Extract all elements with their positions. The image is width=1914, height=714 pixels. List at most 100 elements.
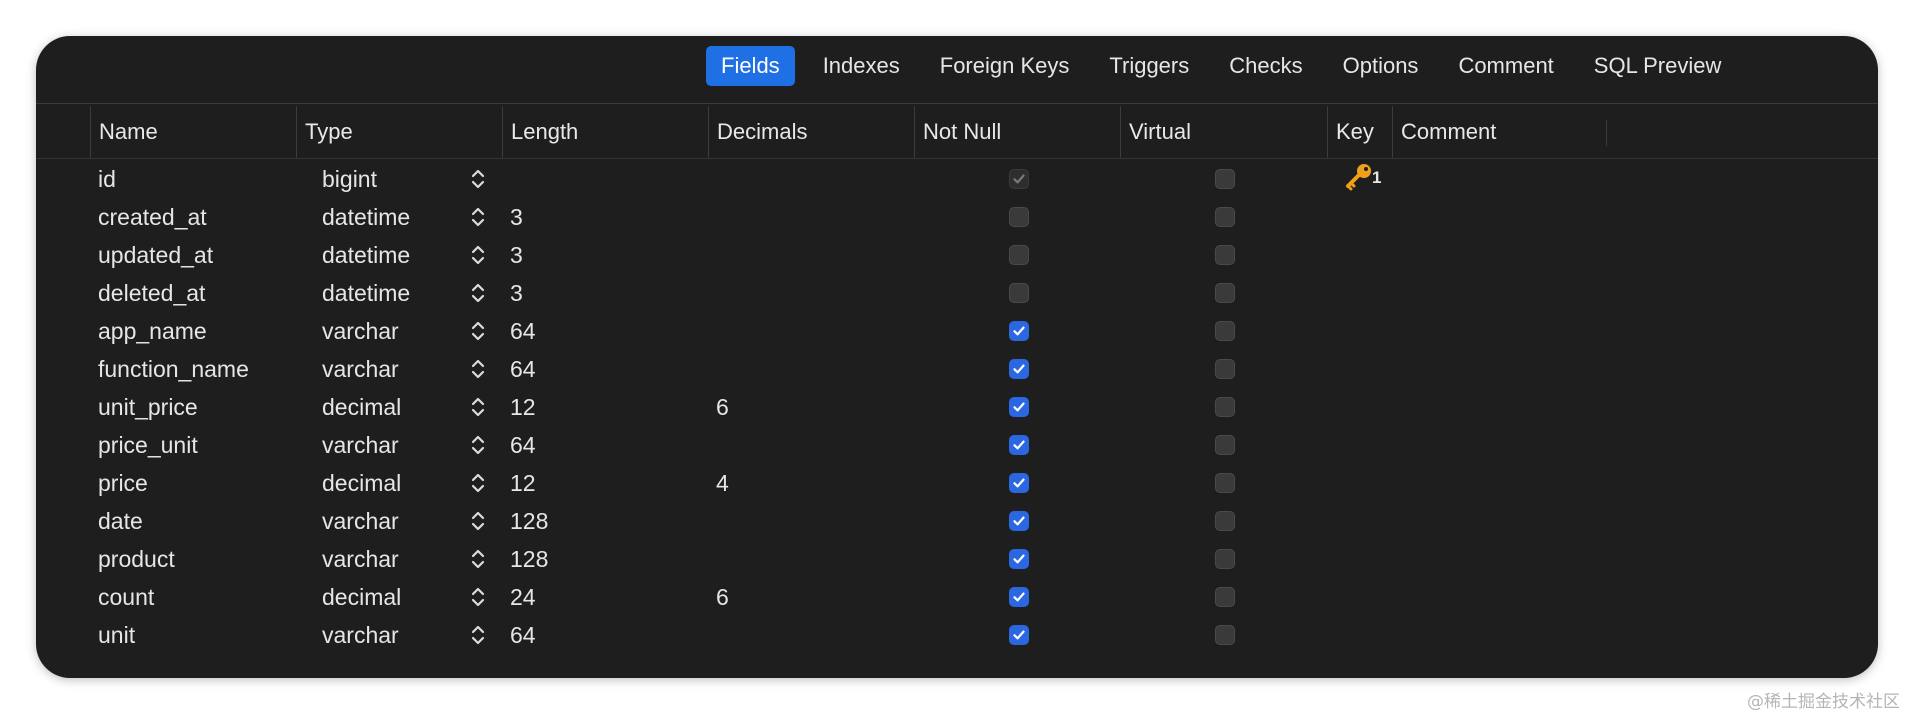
virtual-checkbox[interactable] (1215, 169, 1235, 189)
column-header-type[interactable]: Type (296, 106, 353, 158)
field-length-cell[interactable]: 128 (510, 502, 548, 540)
chevron-up-down-icon[interactable] (468, 198, 488, 236)
field-decimals-cell[interactable]: 6 (716, 578, 729, 616)
not-null-checkbox[interactable] (1009, 511, 1029, 531)
table-row[interactable]: price_unit varchar 64 (36, 426, 1878, 464)
virtual-checkbox[interactable] (1215, 283, 1235, 303)
chevron-up-down-icon[interactable] (468, 312, 488, 350)
chevron-up-down-icon[interactable] (468, 502, 488, 540)
field-type-cell[interactable]: varchar (322, 502, 399, 540)
field-name-cell[interactable]: updated_at (98, 236, 213, 274)
field-length-cell[interactable]: 12 (510, 464, 536, 502)
chevron-up-down-icon[interactable] (468, 388, 488, 426)
tab-triggers[interactable]: Triggers (1089, 46, 1209, 86)
virtual-checkbox[interactable] (1215, 397, 1235, 417)
not-null-checkbox[interactable] (1009, 207, 1029, 227)
field-length-cell[interactable]: 128 (510, 540, 548, 578)
field-type-cell[interactable]: decimal (322, 464, 401, 502)
column-header-key[interactable]: Key (1327, 106, 1374, 158)
field-type-cell[interactable]: datetime (322, 274, 410, 312)
virtual-checkbox[interactable] (1215, 587, 1235, 607)
table-row[interactable]: created_at datetime 3 (36, 198, 1878, 236)
not-null-checkbox[interactable] (1009, 321, 1029, 341)
field-type-cell[interactable]: varchar (322, 540, 399, 578)
column-header-decimals[interactable]: Decimals (708, 106, 807, 158)
chevron-up-down-icon[interactable] (468, 578, 488, 616)
field-length-cell[interactable]: 3 (510, 236, 523, 274)
chevron-up-down-icon[interactable] (468, 350, 488, 388)
primary-key-indicator[interactable]: 1 (1342, 160, 1388, 198)
virtual-checkbox[interactable] (1215, 207, 1235, 227)
field-type-cell[interactable]: bigint (322, 160, 377, 198)
field-decimals-cell[interactable]: 4 (716, 464, 729, 502)
field-name-cell[interactable]: unit (98, 616, 135, 654)
tab-fields[interactable]: Fields (706, 46, 795, 86)
field-type-cell[interactable]: datetime (322, 236, 410, 274)
chevron-up-down-icon[interactable] (468, 274, 488, 312)
chevron-up-down-icon[interactable] (468, 426, 488, 464)
table-row[interactable]: date varchar 128 (36, 502, 1878, 540)
tab-sql-preview[interactable]: SQL Preview (1574, 46, 1742, 86)
not-null-checkbox[interactable] (1009, 245, 1029, 265)
field-length-cell[interactable]: 12 (510, 388, 536, 426)
field-name-cell[interactable]: unit_price (98, 388, 198, 426)
column-header-virtual[interactable]: Virtual (1120, 106, 1191, 158)
column-header-length[interactable]: Length (502, 106, 578, 158)
column-header-not-null[interactable]: Not Null (914, 106, 1001, 158)
virtual-checkbox[interactable] (1215, 511, 1235, 531)
field-type-cell[interactable]: datetime (322, 198, 410, 236)
field-name-cell[interactable]: created_at (98, 198, 207, 236)
field-length-cell[interactable]: 64 (510, 426, 536, 464)
table-row[interactable]: updated_at datetime 3 (36, 236, 1878, 274)
not-null-checkbox[interactable] (1009, 625, 1029, 645)
table-row[interactable]: app_name varchar 64 (36, 312, 1878, 350)
not-null-checkbox[interactable] (1009, 473, 1029, 493)
field-type-cell[interactable]: varchar (322, 616, 399, 654)
field-name-cell[interactable]: product (98, 540, 175, 578)
virtual-checkbox[interactable] (1215, 321, 1235, 341)
field-name-cell[interactable]: count (98, 578, 154, 616)
column-header-comment[interactable]: Comment (1392, 106, 1496, 158)
table-row[interactable]: function_name varchar 64 (36, 350, 1878, 388)
tab-comment[interactable]: Comment (1438, 46, 1573, 86)
tab-checks[interactable]: Checks (1209, 46, 1322, 86)
virtual-checkbox[interactable] (1215, 473, 1235, 493)
field-name-cell[interactable]: deleted_at (98, 274, 205, 312)
field-name-cell[interactable]: price_unit (98, 426, 198, 464)
field-length-cell[interactable]: 24 (510, 578, 536, 616)
column-separator[interactable] (1606, 120, 1607, 146)
virtual-checkbox[interactable] (1215, 435, 1235, 455)
field-name-cell[interactable]: function_name (98, 350, 249, 388)
not-null-checkbox[interactable] (1009, 359, 1029, 379)
field-length-cell[interactable]: 3 (510, 198, 523, 236)
chevron-up-down-icon[interactable] (468, 540, 488, 578)
field-name-cell[interactable]: id (98, 160, 116, 198)
not-null-checkbox[interactable] (1009, 549, 1029, 569)
field-type-cell[interactable]: varchar (322, 312, 399, 350)
virtual-checkbox[interactable] (1215, 549, 1235, 569)
not-null-checkbox[interactable] (1009, 435, 1029, 455)
field-type-cell[interactable]: decimal (322, 388, 401, 426)
table-row[interactable]: unit varchar 64 (36, 616, 1878, 654)
chevron-up-down-icon[interactable] (468, 236, 488, 274)
not-null-checkbox[interactable] (1009, 587, 1029, 607)
table-row[interactable]: unit_price decimal 12 6 (36, 388, 1878, 426)
virtual-checkbox[interactable] (1215, 245, 1235, 265)
chevron-up-down-icon[interactable] (468, 160, 488, 198)
tab-options[interactable]: Options (1323, 46, 1439, 86)
column-header-name[interactable]: Name (90, 106, 158, 158)
table-row[interactable]: deleted_at datetime 3 (36, 274, 1878, 312)
field-type-cell[interactable]: decimal (322, 578, 401, 616)
field-decimals-cell[interactable]: 6 (716, 388, 729, 426)
virtual-checkbox[interactable] (1215, 625, 1235, 645)
field-length-cell[interactable]: 3 (510, 274, 523, 312)
tab-indexes[interactable]: Indexes (803, 46, 920, 86)
table-row[interactable]: price decimal 12 4 (36, 464, 1878, 502)
table-row[interactable]: id bigint 1 (36, 160, 1878, 198)
not-null-checkbox[interactable] (1009, 283, 1029, 303)
field-type-cell[interactable]: varchar (322, 426, 399, 464)
field-length-cell[interactable]: 64 (510, 312, 536, 350)
field-type-cell[interactable]: varchar (322, 350, 399, 388)
not-null-checkbox[interactable] (1009, 397, 1029, 417)
field-name-cell[interactable]: app_name (98, 312, 207, 350)
